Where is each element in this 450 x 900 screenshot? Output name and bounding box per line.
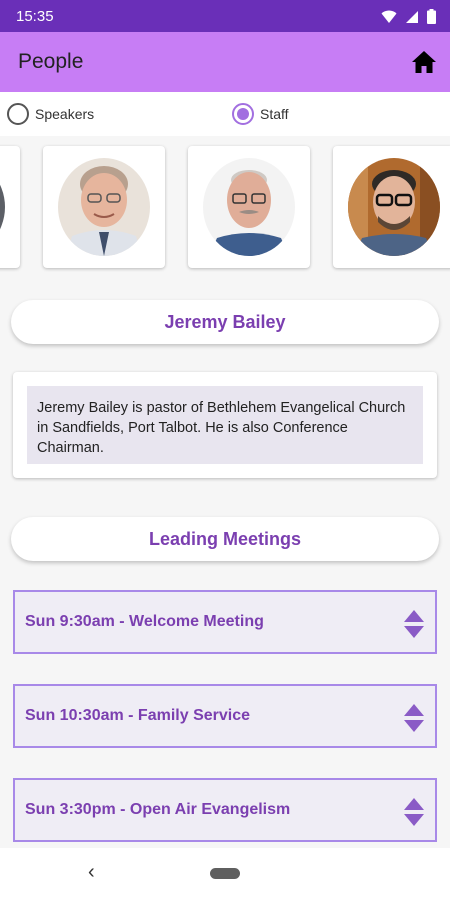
radio-speakers-label: Speakers bbox=[35, 106, 95, 122]
system-nav-bar: ‹ bbox=[0, 848, 450, 900]
bio-text: Jeremy Bailey is pastor of Bethlehem Eva… bbox=[27, 386, 423, 464]
meeting-label: Sun 9:30am - Welcome Meeting bbox=[25, 613, 264, 630]
radio-staff[interactable]: Staff bbox=[232, 103, 289, 125]
status-time: 15:35 bbox=[16, 8, 54, 25]
bio-card: Jeremy Bailey is pastor of Bethlehem Eva… bbox=[13, 372, 437, 478]
meeting-item[interactable]: Sun 3:30pm - Open Air Evangelism bbox=[13, 778, 437, 842]
content-area: Jeremy Bailey Jeremy Bailey is pastor of… bbox=[0, 136, 450, 848]
person-card[interactable] bbox=[0, 146, 20, 268]
people-carousel[interactable] bbox=[0, 146, 450, 270]
battery-icon bbox=[427, 9, 436, 24]
meeting-label: Sun 3:30pm - Open Air Evangelism bbox=[25, 801, 291, 818]
expand-sort-icon[interactable] bbox=[403, 703, 425, 733]
page-title: People bbox=[18, 50, 84, 73]
radio-staff-circle[interactable] bbox=[232, 103, 254, 125]
status-bar: 15:35 bbox=[0, 0, 450, 32]
person-photo bbox=[348, 158, 440, 256]
home-icon bbox=[412, 51, 436, 73]
meeting-item[interactable]: Sun 9:30am - Welcome Meeting bbox=[13, 590, 437, 654]
person-photo bbox=[203, 158, 295, 256]
home-button[interactable] bbox=[410, 48, 438, 76]
app-bar: People bbox=[0, 32, 450, 92]
meeting-label: Sun 10:30am - Family Service bbox=[25, 707, 250, 724]
people-filter: Speakers Staff bbox=[0, 92, 450, 136]
radio-speakers-circle[interactable] bbox=[7, 103, 29, 125]
signal-icon bbox=[406, 10, 418, 23]
radio-staff-label: Staff bbox=[260, 106, 289, 122]
selected-person-name: Jeremy Bailey bbox=[11, 300, 439, 344]
radio-speakers[interactable]: Speakers bbox=[7, 103, 94, 125]
meetings-section-title: Leading Meetings bbox=[11, 517, 439, 561]
back-button[interactable]: ‹ bbox=[88, 861, 95, 884]
wifi-icon bbox=[381, 10, 397, 23]
expand-sort-icon[interactable] bbox=[403, 797, 425, 827]
status-icons bbox=[381, 9, 436, 24]
person-photo bbox=[58, 158, 150, 256]
home-pill-button[interactable] bbox=[210, 868, 240, 879]
meeting-item[interactable]: Sun 10:30am - Family Service bbox=[13, 684, 437, 748]
person-card[interactable] bbox=[333, 146, 450, 268]
person-photo bbox=[0, 158, 5, 256]
person-card[interactable] bbox=[43, 146, 165, 268]
expand-sort-icon[interactable] bbox=[403, 609, 425, 639]
person-card[interactable] bbox=[188, 146, 310, 268]
